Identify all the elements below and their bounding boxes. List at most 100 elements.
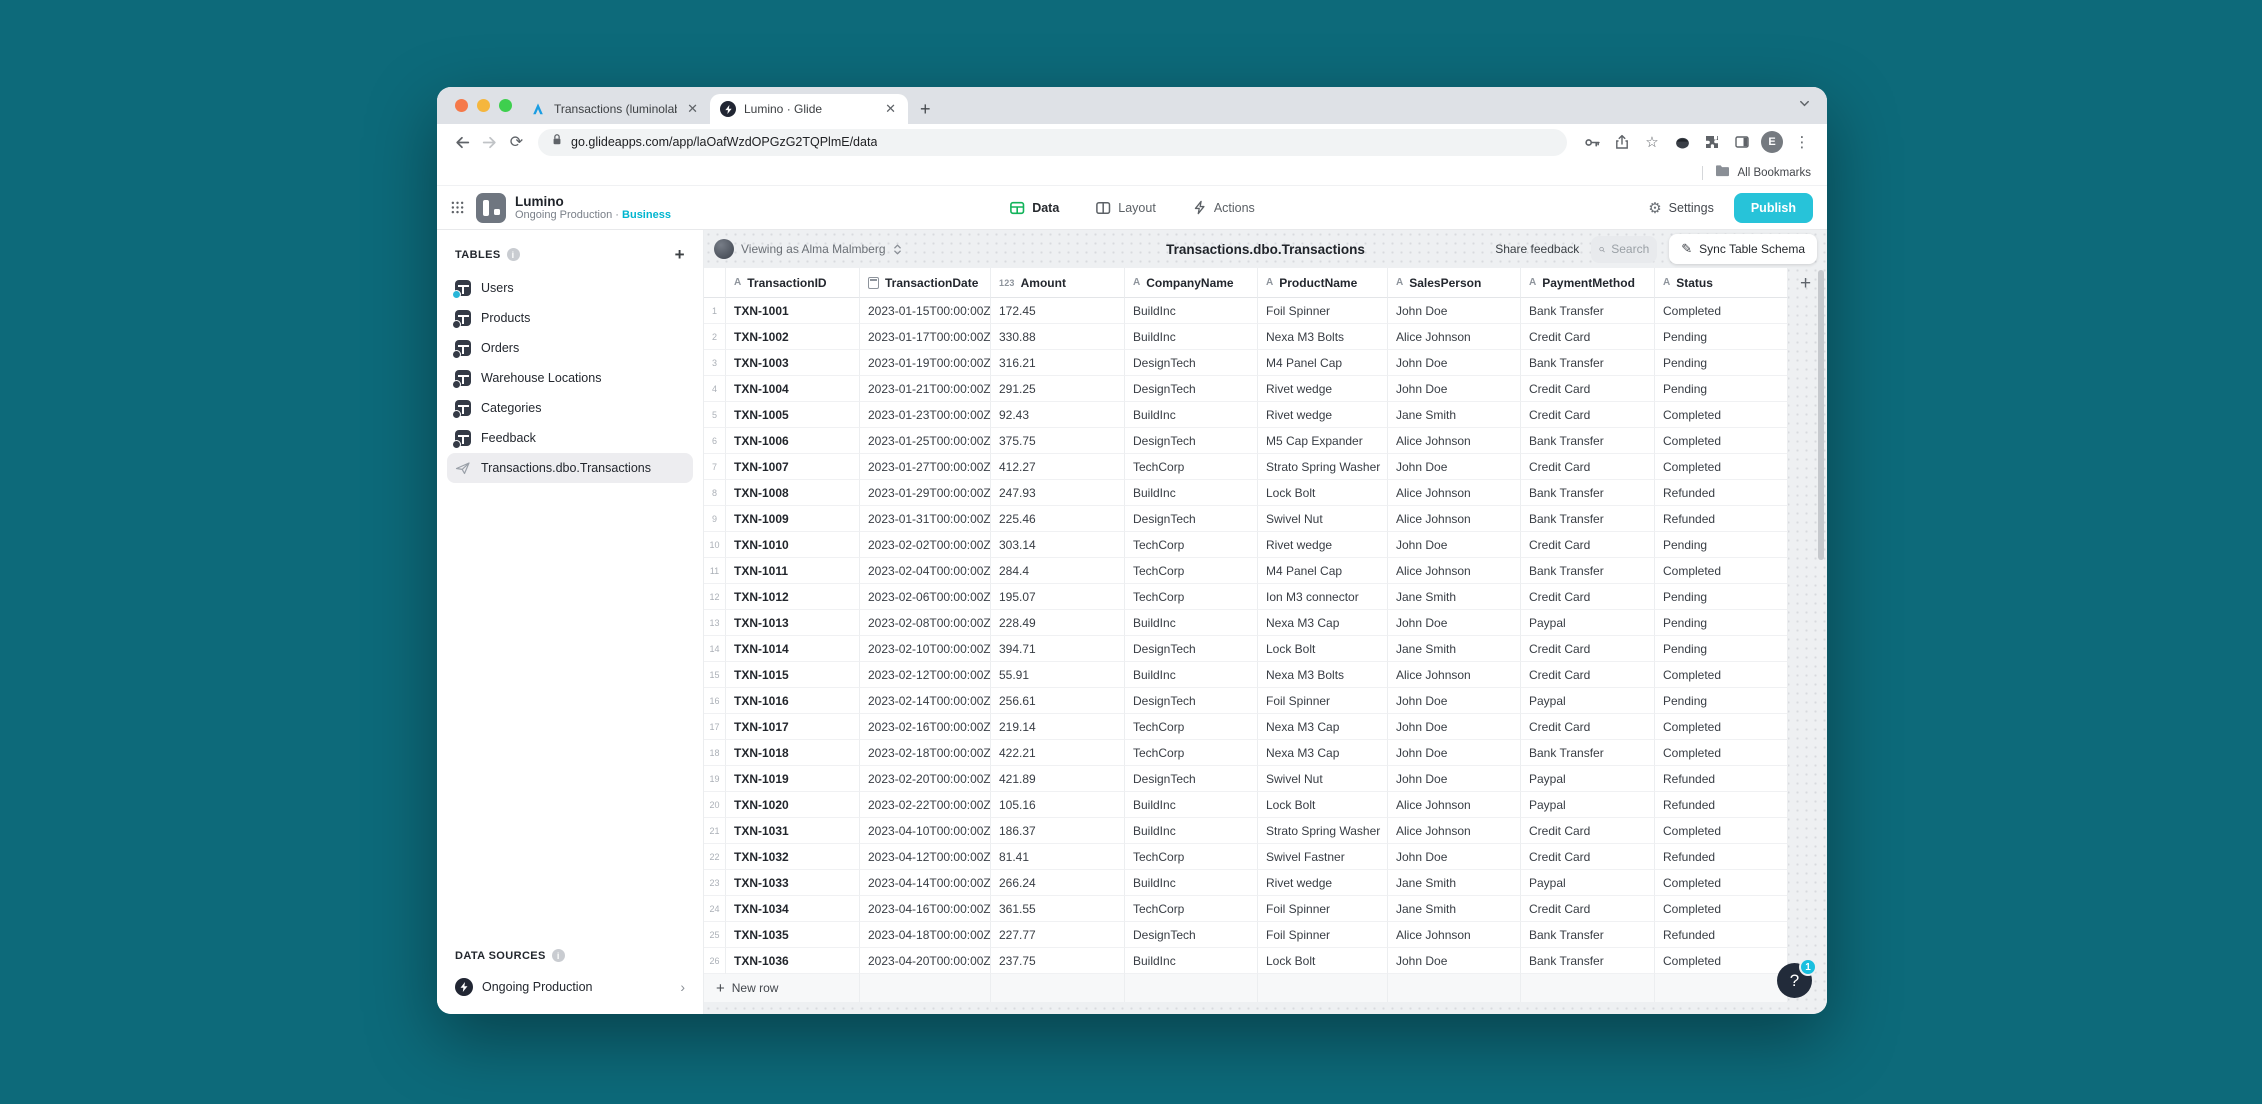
cell-transactionid[interactable]: TXN-1016	[726, 688, 860, 714]
cell-amount[interactable]: 316.21	[991, 350, 1125, 376]
cell-amount[interactable]: 421.89	[991, 766, 1125, 792]
cell-paymentmethod[interactable]: Bank Transfer	[1521, 428, 1655, 454]
viewing-as-selector[interactable]: Viewing as Alma Malmberg	[714, 239, 902, 259]
cell-transactionid[interactable]: TXN-1018	[726, 740, 860, 766]
cell-paymentmethod[interactable]: Credit Card	[1521, 896, 1655, 922]
cell-paymentmethod[interactable]: Paypal	[1521, 766, 1655, 792]
cell-transactionid[interactable]: TXN-1017	[726, 714, 860, 740]
cell-status[interactable]: Pending	[1655, 350, 1788, 376]
cell-companyname[interactable]: BuildInc	[1125, 818, 1258, 844]
cell-transactionid[interactable]: TXN-1012	[726, 584, 860, 610]
cell-paymentmethod[interactable]: Bank Transfer	[1521, 558, 1655, 584]
cell-status[interactable]: Pending	[1655, 584, 1788, 610]
cell-transactiondate[interactable]: 2023-04-14T00:00:00Z	[860, 870, 991, 896]
cell-salesperson[interactable]: John Doe	[1388, 844, 1521, 870]
help-button[interactable]: ? 1	[1777, 958, 1817, 998]
cell-transactiondate[interactable]: 2023-02-16T00:00:00Z	[860, 714, 991, 740]
cell-status[interactable]: Refunded	[1655, 844, 1788, 870]
cell-salesperson[interactable]: Alice Johnson	[1388, 818, 1521, 844]
cell-transactiondate[interactable]: 2023-01-25T00:00:00Z	[860, 428, 991, 454]
cell-productname[interactable]: Rivet wedge	[1258, 402, 1388, 428]
new-row-cell[interactable]	[1388, 974, 1521, 1002]
cell-status[interactable]: Pending	[1655, 324, 1788, 350]
cell-status[interactable]: Refunded	[1655, 792, 1788, 818]
cell-productname[interactable]: Nexa M3 Cap	[1258, 714, 1388, 740]
cell-companyname[interactable]: DesignTech	[1125, 766, 1258, 792]
cell-status[interactable]: Refunded	[1655, 922, 1788, 948]
cell-transactionid[interactable]: TXN-1019	[726, 766, 860, 792]
cell-status[interactable]: Completed	[1655, 428, 1788, 454]
tab-actions[interactable]: Actions	[1192, 186, 1255, 229]
cell-productname[interactable]: M5 Cap Expander	[1258, 428, 1388, 454]
browser-menu-icon[interactable]: ⋮	[1789, 129, 1815, 155]
all-bookmarks-label[interactable]: All Bookmarks	[1738, 167, 1812, 179]
cell-transactiondate[interactable]: 2023-04-18T00:00:00Z	[860, 922, 991, 948]
cell-paymentmethod[interactable]: Credit Card	[1521, 662, 1655, 688]
back-icon[interactable]	[449, 129, 476, 156]
bookmark-star-icon[interactable]: ☆	[1639, 129, 1665, 155]
cell-transactiondate[interactable]: 2023-01-19T00:00:00Z	[860, 350, 991, 376]
cell-status[interactable]: Refunded	[1655, 480, 1788, 506]
cell-transactiondate[interactable]: 2023-01-21T00:00:00Z	[860, 376, 991, 402]
cell-companyname[interactable]: TechCorp	[1125, 454, 1258, 480]
cell-salesperson[interactable]: Jane Smith	[1388, 896, 1521, 922]
cell-transactionid[interactable]: TXN-1015	[726, 662, 860, 688]
cell-paymentmethod[interactable]: Bank Transfer	[1521, 506, 1655, 532]
cell-companyname[interactable]: TechCorp	[1125, 714, 1258, 740]
cell-salesperson[interactable]: John Doe	[1388, 948, 1521, 974]
cell-productname[interactable]: M4 Panel Cap	[1258, 350, 1388, 376]
cell-amount[interactable]: 237.75	[991, 948, 1125, 974]
cell-transactionid[interactable]: TXN-1020	[726, 792, 860, 818]
cell-transactionid[interactable]: TXN-1009	[726, 506, 860, 532]
tab-layout[interactable]: Layout	[1095, 186, 1156, 229]
cell-productname[interactable]: Strato Spring Washer	[1258, 454, 1388, 480]
settings-button[interactable]: ⚙ Settings	[1648, 199, 1714, 217]
cell-salesperson[interactable]: John Doe	[1388, 532, 1521, 558]
cell-companyname[interactable]: BuildInc	[1125, 324, 1258, 350]
cell-paymentmethod[interactable]: Credit Card	[1521, 584, 1655, 610]
cell-transactionid[interactable]: TXN-1014	[726, 636, 860, 662]
cell-transactionid[interactable]: TXN-1032	[726, 844, 860, 870]
share-icon[interactable]	[1609, 129, 1635, 155]
cell-productname[interactable]: Lock Bolt	[1258, 480, 1388, 506]
column-header-transactiondate[interactable]: TransactionDate	[860, 268, 991, 298]
cell-productname[interactable]: M4 Panel Cap	[1258, 558, 1388, 584]
add-column-icon[interactable]: +	[1800, 274, 1811, 293]
cell-productname[interactable]: Swivel Fastner	[1258, 844, 1388, 870]
cell-amount[interactable]: 172.45	[991, 298, 1125, 324]
cell-companyname[interactable]: BuildInc	[1125, 792, 1258, 818]
cell-transactionid[interactable]: TXN-1006	[726, 428, 860, 454]
cell-productname[interactable]: Nexa M3 Bolts	[1258, 662, 1388, 688]
cell-paymentmethod[interactable]: Bank Transfer	[1521, 480, 1655, 506]
cell-companyname[interactable]: DesignTech	[1125, 428, 1258, 454]
publish-button[interactable]: Publish	[1733, 192, 1813, 223]
password-key-icon[interactable]	[1579, 129, 1605, 155]
cell-productname[interactable]: Foil Spinner	[1258, 688, 1388, 714]
column-header-salesperson[interactable]: A SalesPerson	[1388, 268, 1521, 298]
forward-icon[interactable]	[476, 129, 503, 156]
search-input[interactable]: Search	[1591, 235, 1658, 263]
cell-paymentmethod[interactable]: Credit Card	[1521, 376, 1655, 402]
cell-salesperson[interactable]: Jane Smith	[1388, 870, 1521, 896]
app-menu-grid-icon[interactable]	[451, 201, 464, 214]
sync-table-schema-button[interactable]: ✎ Sync Table Schema	[1669, 234, 1817, 264]
sidebar-item-categories[interactable]: Categories	[447, 393, 693, 423]
cell-amount[interactable]: 92.43	[991, 402, 1125, 428]
cell-transactionid[interactable]: TXN-1003	[726, 350, 860, 376]
cell-transactionid[interactable]: TXN-1005	[726, 402, 860, 428]
cell-salesperson[interactable]: John Doe	[1388, 740, 1521, 766]
cell-transactiondate[interactable]: 2023-02-12T00:00:00Z	[860, 662, 991, 688]
cell-productname[interactable]: Foil Spinner	[1258, 298, 1388, 324]
cell-status[interactable]: Completed	[1655, 714, 1788, 740]
new-tab-icon[interactable]: +	[920, 99, 931, 120]
cell-transactionid[interactable]: TXN-1007	[726, 454, 860, 480]
cell-transactiondate[interactable]: 2023-01-27T00:00:00Z	[860, 454, 991, 480]
cell-transactiondate[interactable]: 2023-01-29T00:00:00Z	[860, 480, 991, 506]
cell-transactiondate[interactable]: 2023-01-17T00:00:00Z	[860, 324, 991, 350]
new-row-cell[interactable]	[991, 974, 1125, 1002]
cell-amount[interactable]: 330.88	[991, 324, 1125, 350]
cell-salesperson[interactable]: Alice Johnson	[1388, 428, 1521, 454]
cell-salesperson[interactable]: Alice Johnson	[1388, 792, 1521, 818]
cell-amount[interactable]: 412.27	[991, 454, 1125, 480]
chevron-down-icon[interactable]	[1798, 97, 1811, 115]
